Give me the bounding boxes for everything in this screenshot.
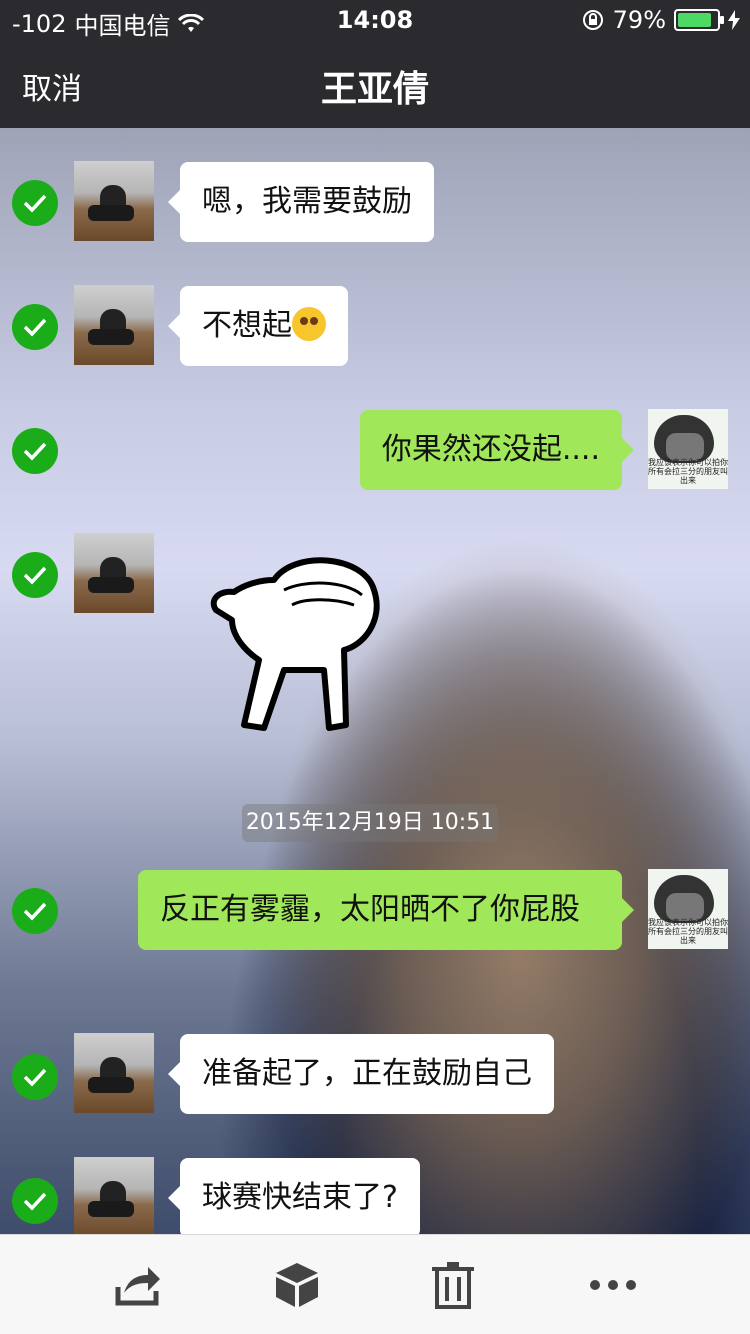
cartoon-sticker[interactable] — [204, 550, 384, 750]
message-bubble[interactable]: 你果然还没起.... — [359, 410, 635, 490]
box-icon[interactable] — [270, 1261, 324, 1309]
battery-icon — [674, 9, 724, 31]
checkmark-icon — [23, 318, 47, 337]
battery-fill — [678, 13, 712, 27]
avatar-face — [654, 875, 714, 923]
friend-avatar[interactable] — [74, 1157, 154, 1234]
more-icon[interactable] — [586, 1261, 640, 1309]
avatar-face — [654, 415, 714, 463]
message-bubble[interactable]: 球赛快结束了? — [168, 1158, 420, 1234]
select-checkbox[interactable] — [12, 1054, 58, 1100]
friend-avatar[interactable] — [74, 285, 154, 365]
friend-avatar[interactable] — [74, 161, 154, 241]
page-title: 王亚倩 — [320, 69, 429, 110]
select-checkbox[interactable] — [12, 180, 58, 226]
nav-bar: 取消 王亚倩 — [0, 40, 750, 128]
my-avatar[interactable]: 我应该表示你可以拍你所有会拉三分的朋友叫出来 — [648, 409, 728, 489]
checkmark-icon — [23, 566, 47, 585]
chat-area[interactable]: 嗯，我需要鼓励 不想起 你果然还没起.... 我应该表示你可以拍你所有会拉三分的… — [0, 128, 750, 1234]
timestamp: 2015年12月19日 10:51 — [242, 804, 498, 842]
checkmark-icon — [23, 194, 47, 213]
top-bar: -102 中国电信 14:08 79% 取消 王亚倩 — [0, 0, 750, 128]
avatar-caption: 我应该表示你可以拍你所有会拉三分的朋友叫出来 — [648, 458, 728, 485]
trash-icon[interactable] — [426, 1261, 480, 1309]
select-checkbox[interactable] — [12, 1178, 58, 1224]
select-checkbox[interactable] — [12, 304, 58, 350]
message-bubble[interactable]: 不想起 — [168, 286, 348, 366]
select-checkbox[interactable] — [12, 552, 58, 598]
select-checkbox[interactable] — [12, 888, 58, 934]
avatar-caption: 我应该表示你可以拍你所有会拉三分的朋友叫出来 — [648, 918, 728, 945]
message-text: 不想起 — [202, 308, 292, 343]
friend-avatar[interactable] — [74, 533, 154, 613]
friend-avatar[interactable] — [74, 1033, 154, 1113]
emoji-icon — [292, 307, 326, 341]
status-bar: -102 中国电信 14:08 79% — [0, 0, 750, 40]
my-avatar[interactable]: 我应该表示你可以拍你所有会拉三分的朋友叫出来 — [648, 869, 728, 949]
status-right: 79% — [581, 6, 740, 34]
message-bubble[interactable]: 反正有雾霾，太阳晒不了你屁股 — [138, 870, 634, 950]
share-icon[interactable] — [110, 1261, 164, 1309]
checkmark-icon — [23, 1068, 47, 1087]
checkmark-icon — [23, 442, 47, 461]
charging-icon — [728, 10, 740, 30]
message-bubble[interactable]: 准备起了，正在鼓励自己 — [168, 1034, 554, 1114]
bottom-toolbar — [0, 1234, 750, 1334]
rotation-lock-icon — [582, 10, 603, 30]
battery-percent: 79% — [612, 6, 666, 34]
checkmark-icon — [23, 902, 47, 921]
message-bubble[interactable]: 嗯，我需要鼓励 — [168, 162, 434, 242]
checkmark-icon — [23, 1192, 47, 1211]
select-checkbox[interactable] — [12, 428, 58, 474]
